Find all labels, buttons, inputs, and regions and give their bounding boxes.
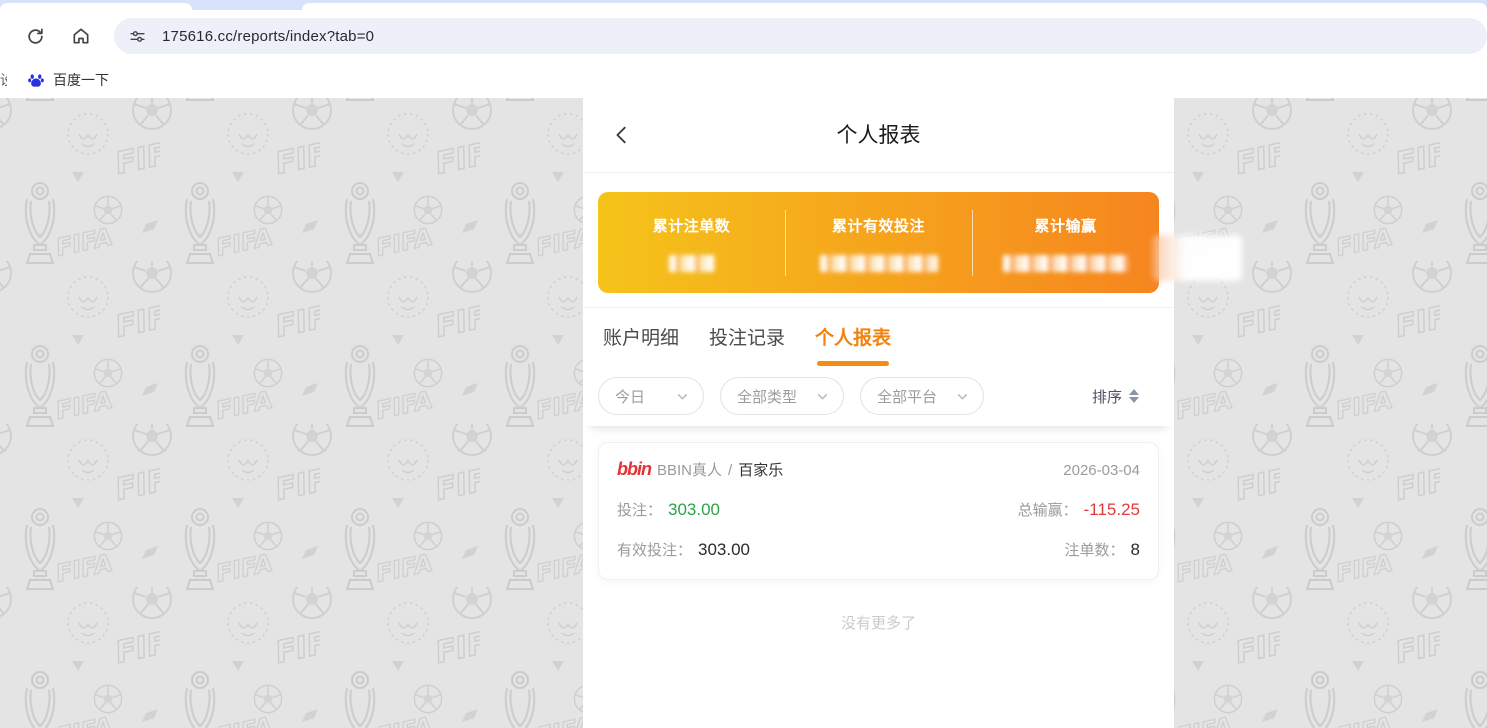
bbin-logo: bbin bbox=[617, 459, 651, 480]
summary-stat-valid-bets: 累计有效投注 bbox=[785, 213, 972, 272]
no-more-text: 没有更多了 bbox=[598, 612, 1159, 633]
browser-toolbar: 175616.cc/reports/index?tab=0 bbox=[0, 10, 1487, 62]
reload-icon[interactable] bbox=[24, 25, 46, 47]
date-filter-value: 今日 bbox=[615, 386, 645, 407]
report-panel: 个人报表 累计注单数 累计有效投注 累计输赢 账户明细 投注记录 bbox=[583, 98, 1174, 728]
stat-label: 累计注单数 bbox=[598, 215, 785, 236]
report-date: 2026-03-04 bbox=[1063, 462, 1140, 479]
tab-label: 投注记录 bbox=[709, 328, 785, 349]
platform-filter-dropdown[interactable]: 全部平台 bbox=[860, 377, 984, 415]
home-icon[interactable] bbox=[70, 25, 92, 47]
report-card-row: 投注： 303.00 总输赢： -115.25 bbox=[617, 499, 1140, 520]
baidu-icon[interactable] bbox=[27, 71, 45, 89]
chevron-down-icon bbox=[676, 390, 689, 403]
browser-tab[interactable] bbox=[0, 3, 192, 10]
bookmarks-bar: 设 百度一下 bbox=[0, 62, 1487, 98]
panel-header: 个人报表 bbox=[583, 98, 1174, 173]
winloss-label: 总输赢： bbox=[1018, 499, 1078, 520]
chevron-down-icon bbox=[956, 390, 969, 403]
bet-label: 投注： bbox=[617, 499, 662, 520]
sort-label: 排序 bbox=[1092, 386, 1122, 407]
type-filter-value: 全部类型 bbox=[737, 386, 797, 407]
separator: / bbox=[728, 462, 732, 479]
redacted-value bbox=[669, 255, 715, 272]
platform-filter-value: 全部平台 bbox=[877, 386, 937, 407]
stat-label: 累计有效投注 bbox=[785, 215, 972, 236]
valid-bet-value: 303.00 bbox=[698, 540, 750, 560]
bet-count-value: 8 bbox=[1131, 540, 1140, 560]
tabs-row: 账户明细 投注记录 个人报表 bbox=[583, 307, 1174, 366]
tab-account-details[interactable]: 账户明细 bbox=[603, 323, 679, 366]
game-name: 百家乐 bbox=[738, 459, 783, 480]
browser-tab-strip bbox=[0, 0, 1487, 10]
redacted-value bbox=[1003, 255, 1129, 272]
valid-bet-label: 有效投注： bbox=[617, 539, 692, 560]
report-list: bbin BBIN真人 / 百家乐 2026-03-04 投注： 303.00 … bbox=[583, 426, 1174, 633]
tab-label: 账户明细 bbox=[603, 328, 679, 349]
provider-name: BBIN真人 bbox=[657, 459, 722, 480]
bet-value: 303.00 bbox=[668, 500, 720, 520]
site-settings-icon[interactable] bbox=[126, 25, 148, 47]
filter-row: 今日 全部类型 全部平台 排序 bbox=[583, 366, 1174, 426]
clipped-bookmark-label[interactable]: 设 bbox=[0, 70, 7, 90]
date-filter-dropdown[interactable]: 今日 bbox=[598, 377, 704, 415]
tab-label: 个人报表 bbox=[815, 328, 891, 349]
winloss-value: -115.25 bbox=[1084, 500, 1140, 520]
report-card-row: 有效投注： 303.00 注单数： 8 bbox=[617, 539, 1140, 560]
report-card[interactable]: bbin BBIN真人 / 百家乐 2026-03-04 投注： 303.00 … bbox=[598, 442, 1159, 580]
url-text[interactable]: 175616.cc/reports/index?tab=0 bbox=[162, 28, 374, 45]
back-icon[interactable] bbox=[611, 124, 633, 146]
summary-card: 累计注单数 累计有效投注 累计输赢 bbox=[598, 192, 1159, 293]
summary-stat-bet-count: 累计注单数 bbox=[598, 213, 785, 272]
chevron-down-icon bbox=[816, 390, 829, 403]
tab-bet-records[interactable]: 投注记录 bbox=[709, 323, 785, 366]
bookmark-item-baidu[interactable]: 百度一下 bbox=[53, 70, 109, 90]
browser-tab-active[interactable] bbox=[302, 3, 1487, 10]
sort-icon bbox=[1129, 389, 1139, 403]
sort-button[interactable]: 排序 bbox=[1092, 386, 1159, 407]
type-filter-dropdown[interactable]: 全部类型 bbox=[720, 377, 844, 415]
bet-count-label: 注单数： bbox=[1065, 539, 1125, 560]
tab-personal-report[interactable]: 个人报表 bbox=[815, 323, 891, 366]
report-card-header-row: bbin BBIN真人 / 百家乐 2026-03-04 bbox=[617, 459, 1140, 480]
redacted-value bbox=[820, 255, 938, 272]
stat-label: 累计输赢 bbox=[972, 215, 1159, 236]
page-title: 个人报表 bbox=[583, 98, 1174, 173]
page-viewport: FIFA bbox=[0, 98, 1487, 728]
url-bar[interactable]: 175616.cc/reports/index?tab=0 bbox=[114, 18, 1487, 54]
summary-stat-winloss: 累计输赢 bbox=[972, 213, 1159, 272]
